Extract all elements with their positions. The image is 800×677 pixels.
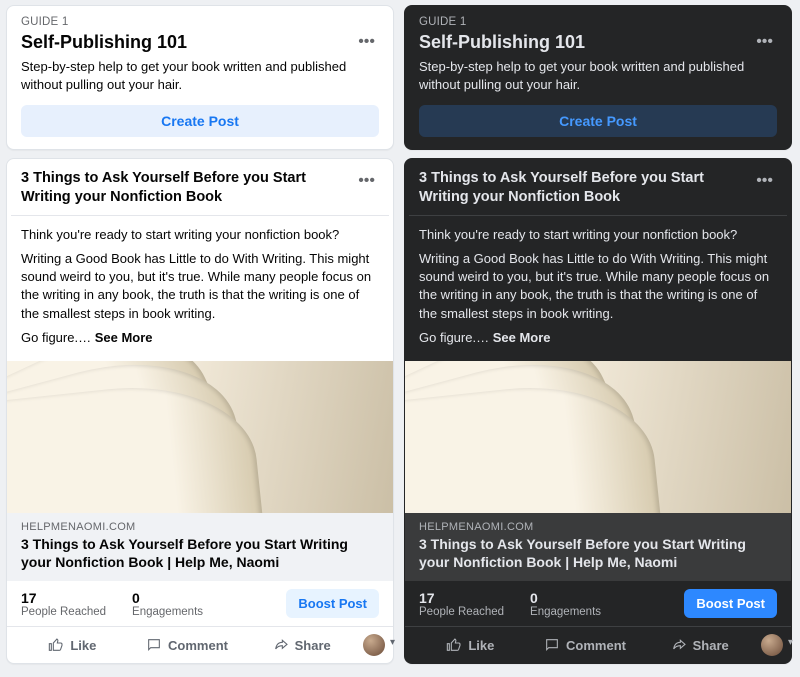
- post-image[interactable]: [405, 361, 791, 513]
- see-more-link[interactable]: See More: [91, 330, 152, 345]
- stats-row: 17 People Reached 0 Engagements Boost Po…: [405, 581, 791, 626]
- stats-row: 17 People Reached 0 Engagements Boost Po…: [7, 581, 393, 626]
- post-card: 3 Things to Ask Yourself Before you Star…: [6, 158, 394, 664]
- like-button[interactable]: Like: [15, 631, 130, 659]
- dark-column: GUIDE 1 Self-Publishing 101 ••• Step-by-…: [404, 5, 792, 672]
- stat-engagements: 0 Engagements: [530, 590, 601, 618]
- stat-reach: 17 People Reached: [419, 590, 504, 618]
- like-icon: [446, 637, 462, 653]
- more-icon[interactable]: •••: [354, 30, 379, 54]
- link-domain: HELPMENAOMI.COM: [419, 521, 777, 533]
- comment-button[interactable]: Comment: [130, 631, 245, 659]
- post-para-3: Go figure.… See More: [21, 329, 379, 347]
- post-para-2: Writing a Good Book has Little to do Wit…: [21, 250, 379, 323]
- guide-desc: Step-by-step help to get your book writt…: [21, 58, 379, 93]
- link-preview[interactable]: HELPMENAOMI.COM 3 Things to Ask Yourself…: [405, 513, 791, 581]
- boost-post-button[interactable]: Boost Post: [684, 589, 777, 618]
- more-icon[interactable]: •••: [752, 30, 777, 54]
- post-para-3: Go figure.… See More: [419, 329, 777, 347]
- more-icon[interactable]: •••: [354, 169, 379, 207]
- link-title: 3 Things to Ask Yourself Before you Star…: [419, 535, 777, 571]
- post-para-1: Think you're ready to start writing your…: [419, 226, 777, 244]
- guide-label: GUIDE 1: [419, 16, 777, 28]
- post-card: 3 Things to Ask Yourself Before you Star…: [404, 158, 792, 664]
- post-para-2: Writing a Good Book has Little to do Wit…: [419, 250, 777, 323]
- comment-icon: [544, 637, 560, 653]
- post-body: Think you're ready to start writing your…: [405, 216, 791, 361]
- like-icon: [48, 637, 64, 653]
- share-audience-button[interactable]: [761, 634, 783, 656]
- see-more-link[interactable]: See More: [489, 330, 550, 345]
- share-icon: [671, 637, 687, 653]
- post-title: 3 Things to Ask Yourself Before you Star…: [21, 169, 344, 207]
- share-icon: [273, 637, 289, 653]
- post-title: 3 Things to Ask Yourself Before you Star…: [419, 169, 742, 207]
- more-icon[interactable]: •••: [752, 169, 777, 207]
- share-button[interactable]: Share: [642, 631, 757, 659]
- guide-title: Self-Publishing 101: [21, 32, 187, 53]
- create-post-button[interactable]: Create Post: [21, 105, 379, 137]
- guide-title: Self-Publishing 101: [419, 32, 585, 53]
- guide-card: GUIDE 1 Self-Publishing 101 ••• Step-by-…: [404, 5, 792, 150]
- stat-reach: 17 People Reached: [21, 590, 106, 618]
- link-domain: HELPMENAOMI.COM: [21, 521, 379, 533]
- action-bar: Like Comment Share: [7, 626, 393, 663]
- link-title: 3 Things to Ask Yourself Before you Star…: [21, 535, 379, 571]
- guide-label: GUIDE 1: [21, 16, 379, 28]
- link-preview[interactable]: HELPMENAOMI.COM 3 Things to Ask Yourself…: [7, 513, 393, 581]
- share-audience-button[interactable]: [363, 634, 385, 656]
- comment-icon: [146, 637, 162, 653]
- guide-desc: Step-by-step help to get your book writt…: [419, 58, 777, 93]
- create-post-button[interactable]: Create Post: [419, 105, 777, 137]
- guide-card: GUIDE 1 Self-Publishing 101 ••• Step-by-…: [6, 5, 394, 150]
- comment-button[interactable]: Comment: [528, 631, 643, 659]
- like-button[interactable]: Like: [413, 631, 528, 659]
- action-bar: Like Comment Share: [405, 626, 791, 663]
- post-image[interactable]: [7, 361, 393, 513]
- light-column: GUIDE 1 Self-Publishing 101 ••• Step-by-…: [6, 5, 394, 672]
- post-body: Think you're ready to start writing your…: [7, 216, 393, 361]
- post-para-1: Think you're ready to start writing your…: [21, 226, 379, 244]
- share-button[interactable]: Share: [244, 631, 359, 659]
- boost-post-button[interactable]: Boost Post: [286, 589, 379, 618]
- stat-engagements: 0 Engagements: [132, 590, 203, 618]
